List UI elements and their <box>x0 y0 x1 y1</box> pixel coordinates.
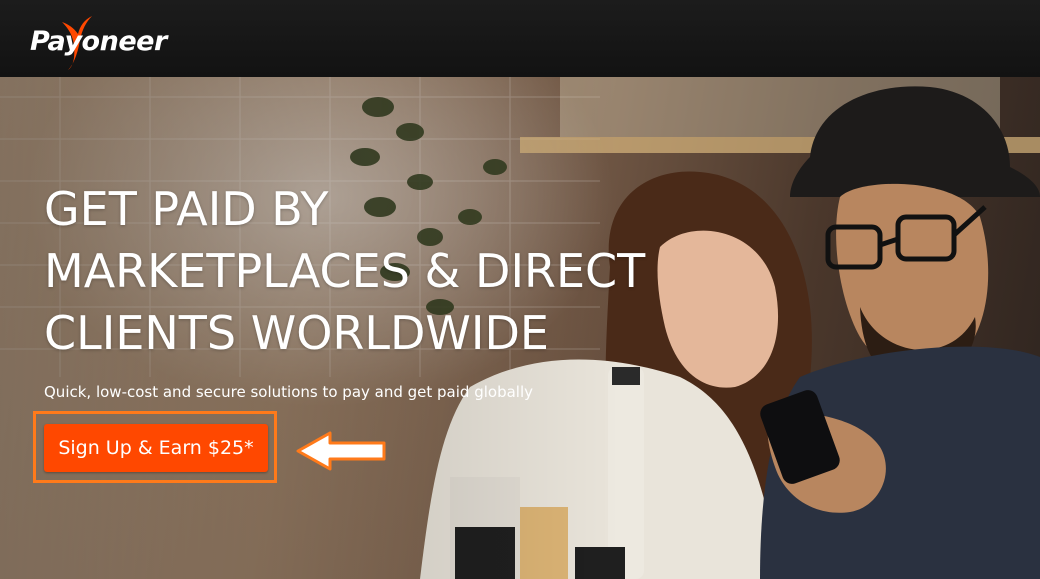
hero-subheadline: Quick, low-cost and secure solutions to … <box>44 383 534 401</box>
payoneer-logo[interactable]: Payoneer <box>30 16 170 70</box>
hero-headline: GET PAID BY MARKETPLACES & DIRECT CLIENT… <box>44 178 684 364</box>
logo-wordmark: Payoneer <box>30 26 167 57</box>
left-arrow-icon <box>296 431 386 471</box>
headline-line-3: CLIENTS WORLDWIDE <box>44 306 549 360</box>
headline-line-2: MARKETPLACES & DIRECT <box>44 244 646 298</box>
signup-button[interactable]: Sign Up & Earn $25* <box>44 424 268 472</box>
headline-line-1: GET PAID BY <box>44 182 329 236</box>
top-header-bar: Payoneer <box>0 0 1040 77</box>
